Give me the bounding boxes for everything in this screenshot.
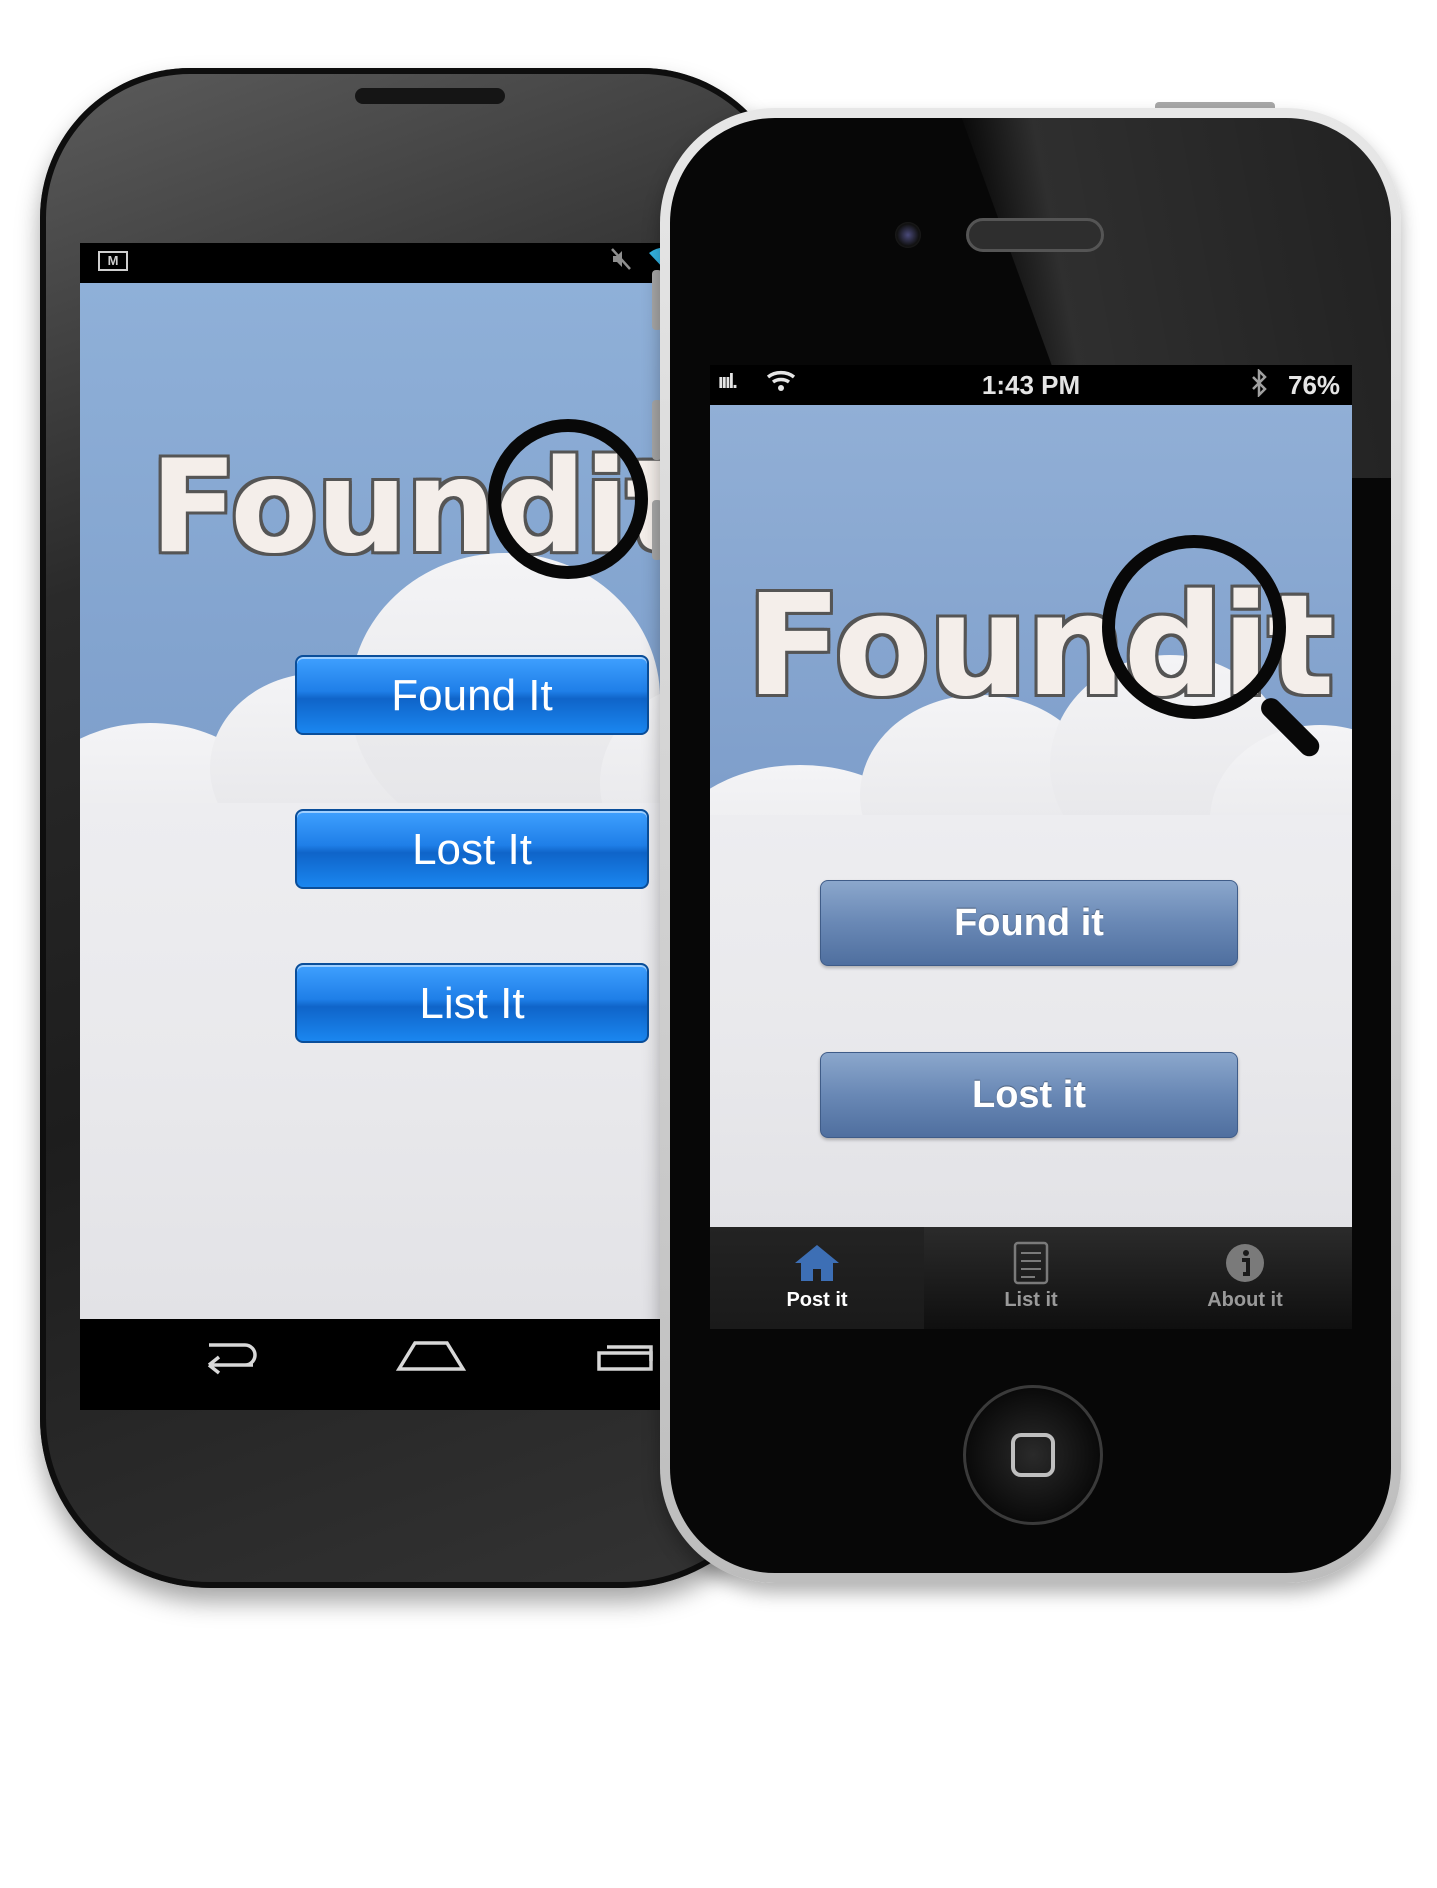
magnifier-icon (488, 419, 648, 579)
mute-icon (610, 247, 632, 278)
android-earpiece (355, 88, 505, 104)
house-icon (710, 1241, 924, 1289)
tab-label: Post it (786, 1289, 848, 1311)
android-nav-bar (80, 1319, 732, 1410)
iphone-screen: ıııl. 1:43 PM 76% Foundit Found it Lost … (710, 365, 1352, 1329)
found-it-button[interactable]: Found it (820, 880, 1238, 966)
cloud-base (710, 815, 1352, 1227)
magnifier-icon (1102, 535, 1286, 719)
tab-label: About it (1207, 1289, 1283, 1311)
back-icon[interactable] (195, 1335, 259, 1386)
home-icon[interactable] (395, 1335, 467, 1386)
lost-it-button[interactable]: Lost it (820, 1052, 1238, 1138)
info-icon (1138, 1241, 1352, 1289)
home-square-icon (1011, 1433, 1055, 1477)
list-icon (924, 1241, 1138, 1289)
lost-it-button[interactable]: Lost It (295, 809, 649, 889)
tab-label: List it (1004, 1289, 1058, 1311)
recent-apps-icon[interactable] (595, 1335, 655, 1386)
mail-icon: M (98, 251, 128, 271)
android-app-content: Foundit Found It Lost It List It (80, 283, 732, 1319)
android-screen: M Foundit Found It Lost It List It (80, 243, 732, 1410)
speaker-grille (966, 218, 1104, 252)
tab-list-it[interactable]: List it (924, 1227, 1138, 1329)
ios-status-bar: ıııl. 1:43 PM 76% (710, 365, 1352, 405)
tab-about-it[interactable]: About it (1138, 1227, 1352, 1329)
tab-post-it[interactable]: Post it (710, 1227, 924, 1329)
android-status-bar: M (80, 243, 732, 283)
home-button[interactable] (963, 1385, 1103, 1525)
battery-percent: 76% (1288, 370, 1341, 400)
list-it-button[interactable]: List It (295, 963, 649, 1043)
ios-tab-bar: Post it List it About it (710, 1227, 1352, 1329)
ios-app-content: Foundit Found it Lost it (710, 405, 1352, 1227)
bluetooth-icon (1250, 367, 1268, 404)
camera-icon (895, 222, 921, 248)
found-it-button[interactable]: Found It (295, 655, 649, 735)
